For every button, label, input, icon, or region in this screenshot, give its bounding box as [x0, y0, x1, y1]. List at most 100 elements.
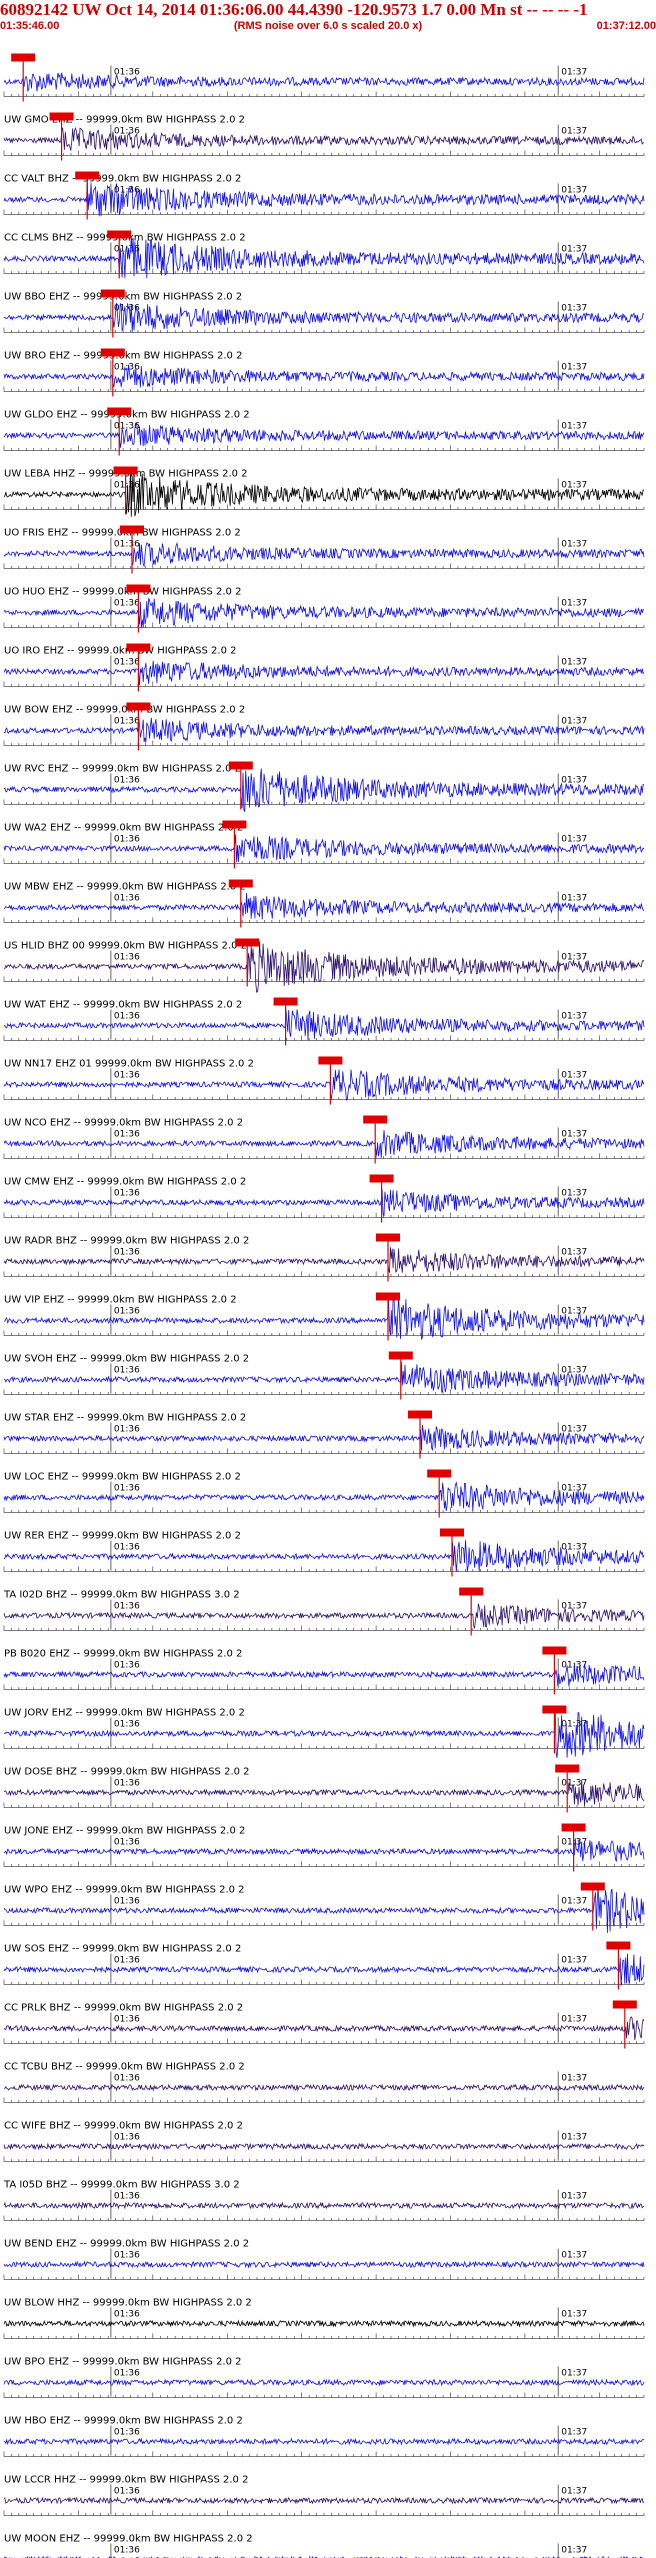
- minute-label: 01:36: [114, 540, 140, 550]
- minute-label: 01:37: [561, 835, 587, 845]
- trace-17: UW NN17 EHZ 01 99999.0km BW HIGHPASS 2.0…: [3, 1056, 645, 1105]
- minute-label: 01:37: [561, 2369, 587, 2379]
- trace-41: UW LCCR HHZ -- 99999.0km BW HIGHPASS 2.0…: [3, 2475, 645, 2516]
- trace-24: UW LOC EHZ -- 99999.0km BW HIGHPASS 2.0 …: [3, 1469, 645, 1518]
- waveform: [3, 2260, 645, 2269]
- trace-label: UW STAR EHZ -- 99999.0km BW HIGHPASS 2.0…: [4, 1413, 246, 1424]
- trace-label: UW WPO EHZ -- 99999.0km BW HIGHPASS 2.0 …: [4, 1885, 245, 1896]
- trace-13: UW WA2 EHZ -- 99999.0km BW HIGHPASS 2.0 …: [3, 820, 645, 869]
- trace-5: UW BRO EHZ -- 99999.0km BW HIGHPASS 2.0 …: [3, 348, 645, 397]
- trace-label: UW MBW EHZ -- 99999.0km BW HIGHPASS 2.0 …: [4, 882, 246, 893]
- minute-label: 01:36: [114, 1012, 140, 1022]
- trace-11: UW BOW EHZ -- 99999.0km BW HIGHPASS 2.0 …: [3, 702, 645, 751]
- waveform: [3, 1953, 645, 1986]
- minute-label: 01:37: [561, 2546, 587, 2556]
- minute-label: 01:36: [114, 894, 140, 904]
- waveform: [3, 2378, 645, 2387]
- minute-label: 01:36: [114, 2428, 140, 2438]
- trace-8: UO FRIS EHZ -- 99999.0km BW HIGHPASS 2.0…: [3, 525, 645, 574]
- minute-label: 01:37: [561, 1425, 587, 1435]
- rms-note: (RMS noise over 6.0 s scaled 20.0 x): [233, 20, 423, 32]
- trace-label: UW JORV EHZ -- 99999.0km BW HIGHPASS 2.0…: [4, 1708, 245, 1719]
- minute-label: 01:37: [561, 2251, 587, 2261]
- trace-label: UW LOC EHZ -- 99999.0km BW HIGHPASS 2.0 …: [4, 1472, 241, 1483]
- waveform: [3, 768, 645, 813]
- trace-label: UW JONE EHZ -- 99999.0km BW HIGHPASS 2.0…: [4, 1826, 245, 1837]
- trace-27: PB B020 EHZ -- 99999.0km BW HIGHPASS 2.0…: [3, 1646, 645, 1695]
- waveform: [3, 1540, 645, 1572]
- minute-label: 01:36: [114, 2487, 140, 2497]
- waveform: [3, 1009, 645, 1041]
- trace-label: UW BPO EHZ -- 99999.0km BW HIGHPASS 2.0 …: [4, 2357, 242, 2368]
- minute-label: 01:36: [114, 1602, 140, 1612]
- waveform: [3, 1362, 645, 1393]
- trace-label: CC VALT BHZ -- 99999.0km BW HIGHPASS 2.0…: [4, 174, 241, 185]
- minute-label: 01:37: [561, 127, 587, 137]
- minute-label: 01:36: [114, 1484, 140, 1494]
- trace-label: UW RADR BHZ -- 99999.0km BW HIGHPASS 2.0…: [4, 1236, 249, 1247]
- minute-label: 01:37: [561, 363, 587, 373]
- minute-label: 01:37: [561, 717, 587, 727]
- trace-label: UW RVC EHZ -- 99999.0km BW HIGHPASS 2.0 …: [4, 764, 241, 775]
- minute-label: 01:36: [114, 835, 140, 845]
- trace-label: UW LCCR HHZ -- 99999.0km BW HIGHPASS 2.0…: [4, 2475, 248, 2486]
- trace-0: 01:36 01:37: [3, 53, 645, 102]
- minute-label: 01:36: [114, 776, 140, 786]
- trace-36: TA I05D BHZ -- 99999.0km BW HIGHPASS 3.0…: [3, 2180, 645, 2221]
- minute-label: 01:37: [561, 2487, 587, 2497]
- minute-label: 01:37: [561, 422, 587, 432]
- waveform: [3, 892, 645, 920]
- seismogram-plot: 01:36 01:37 UW GMO EHZ -- 99999.0km BW HIG…: [3, 53, 645, 2558]
- minute-label: 01:37: [561, 2015, 587, 2025]
- trace-19: UW CMW EHZ -- 99999.0km BW HIGHPASS 2.0 …: [3, 1174, 645, 1223]
- minute-label: 01:37: [561, 245, 587, 255]
- minute-label: 01:36: [114, 1661, 140, 1671]
- trace-28: UW JORV EHZ -- 99999.0km BW HIGHPASS 2.0…: [3, 1705, 645, 1759]
- minute-label: 01:36: [114, 1189, 140, 1199]
- minute-label: 01:36: [114, 1130, 140, 1140]
- trace-label: UW SOS EHZ -- 99999.0km BW HIGHPASS 2.0 …: [4, 1944, 241, 1955]
- minute-label: 01:36: [114, 1366, 140, 1376]
- minute-label: 01:36: [114, 1838, 140, 1848]
- end-time: 01:37:12.00: [596, 20, 656, 32]
- waveform: [3, 1130, 645, 1158]
- waveform: [3, 1481, 645, 1512]
- minute-label: 01:36: [114, 2251, 140, 2261]
- minute-label: 01:37: [561, 481, 587, 491]
- minute-label: 01:37: [561, 68, 587, 78]
- trace-label: UO HUO EHZ -- 99999.0km BW HIGHPASS 2.0 …: [4, 587, 241, 598]
- minute-label: 01:37: [561, 1071, 587, 1081]
- minute-label: 01:36: [114, 658, 140, 668]
- minute-label: 01:37: [561, 304, 587, 314]
- header: 60892142 UW Oct 14, 2014 01:36:06.00 44.…: [0, 0, 656, 40]
- waveform: [3, 2319, 645, 2328]
- waveform: [3, 1069, 645, 1102]
- trace-38: UW BLOW HHZ -- 99999.0km BW HIGHPASS 2.0…: [3, 2298, 645, 2339]
- minute-label: 01:37: [561, 1956, 587, 1966]
- minute-label: 01:37: [561, 540, 587, 550]
- minute-label: 01:37: [561, 1897, 587, 1907]
- trace-40: UW HBO EHZ -- 99999.0km BW HIGHPASS 2.0 …: [3, 2416, 645, 2457]
- trace-label: TA I05D BHZ -- 99999.0km BW HIGHPASS 3.0…: [3, 2180, 240, 2191]
- minute-label: 01:36: [114, 1307, 140, 1317]
- waveform: [3, 834, 645, 863]
- trace-14: UW MBW EHZ -- 99999.0km BW HIGHPASS 2.0 …: [3, 879, 645, 928]
- waveform: [3, 660, 645, 686]
- minute-label: 01:37: [561, 1012, 587, 1022]
- minute-label: 01:36: [114, 717, 140, 727]
- minute-label: 01:37: [561, 658, 587, 668]
- waveform: [3, 364, 645, 388]
- trace-label: UW SVOH EHZ -- 99999.0km BW HIGHPASS 2.0…: [4, 1354, 249, 1365]
- waveform: [3, 179, 645, 217]
- trace-label: US HLID BHZ 00 99999.0km BW HIGHPASS 2.0…: [4, 941, 247, 952]
- minute-label: 01:37: [561, 599, 587, 609]
- event-title: 60892142 UW Oct 14, 2014 01:36:06.00 44.…: [0, 0, 588, 19]
- trace-34: CC TCBU BHZ -- 99999.0km BW HIGHPASS 2.0…: [3, 2062, 645, 2103]
- trace-21: UW VIP EHZ -- 99999.0km BW HIGHPASS 2.0 …: [3, 1292, 645, 1341]
- trace-37: UW BEND EHZ -- 99999.0km BW HIGHPASS 2.0…: [3, 2239, 645, 2280]
- minute-label: 01:37: [561, 1720, 587, 1730]
- waveform: [3, 127, 645, 151]
- trace-32: UW SOS EHZ -- 99999.0km BW HIGHPASS 2.0 …: [3, 1941, 645, 1990]
- waveform: [3, 716, 645, 743]
- minute-label: 01:36: [114, 1425, 140, 1435]
